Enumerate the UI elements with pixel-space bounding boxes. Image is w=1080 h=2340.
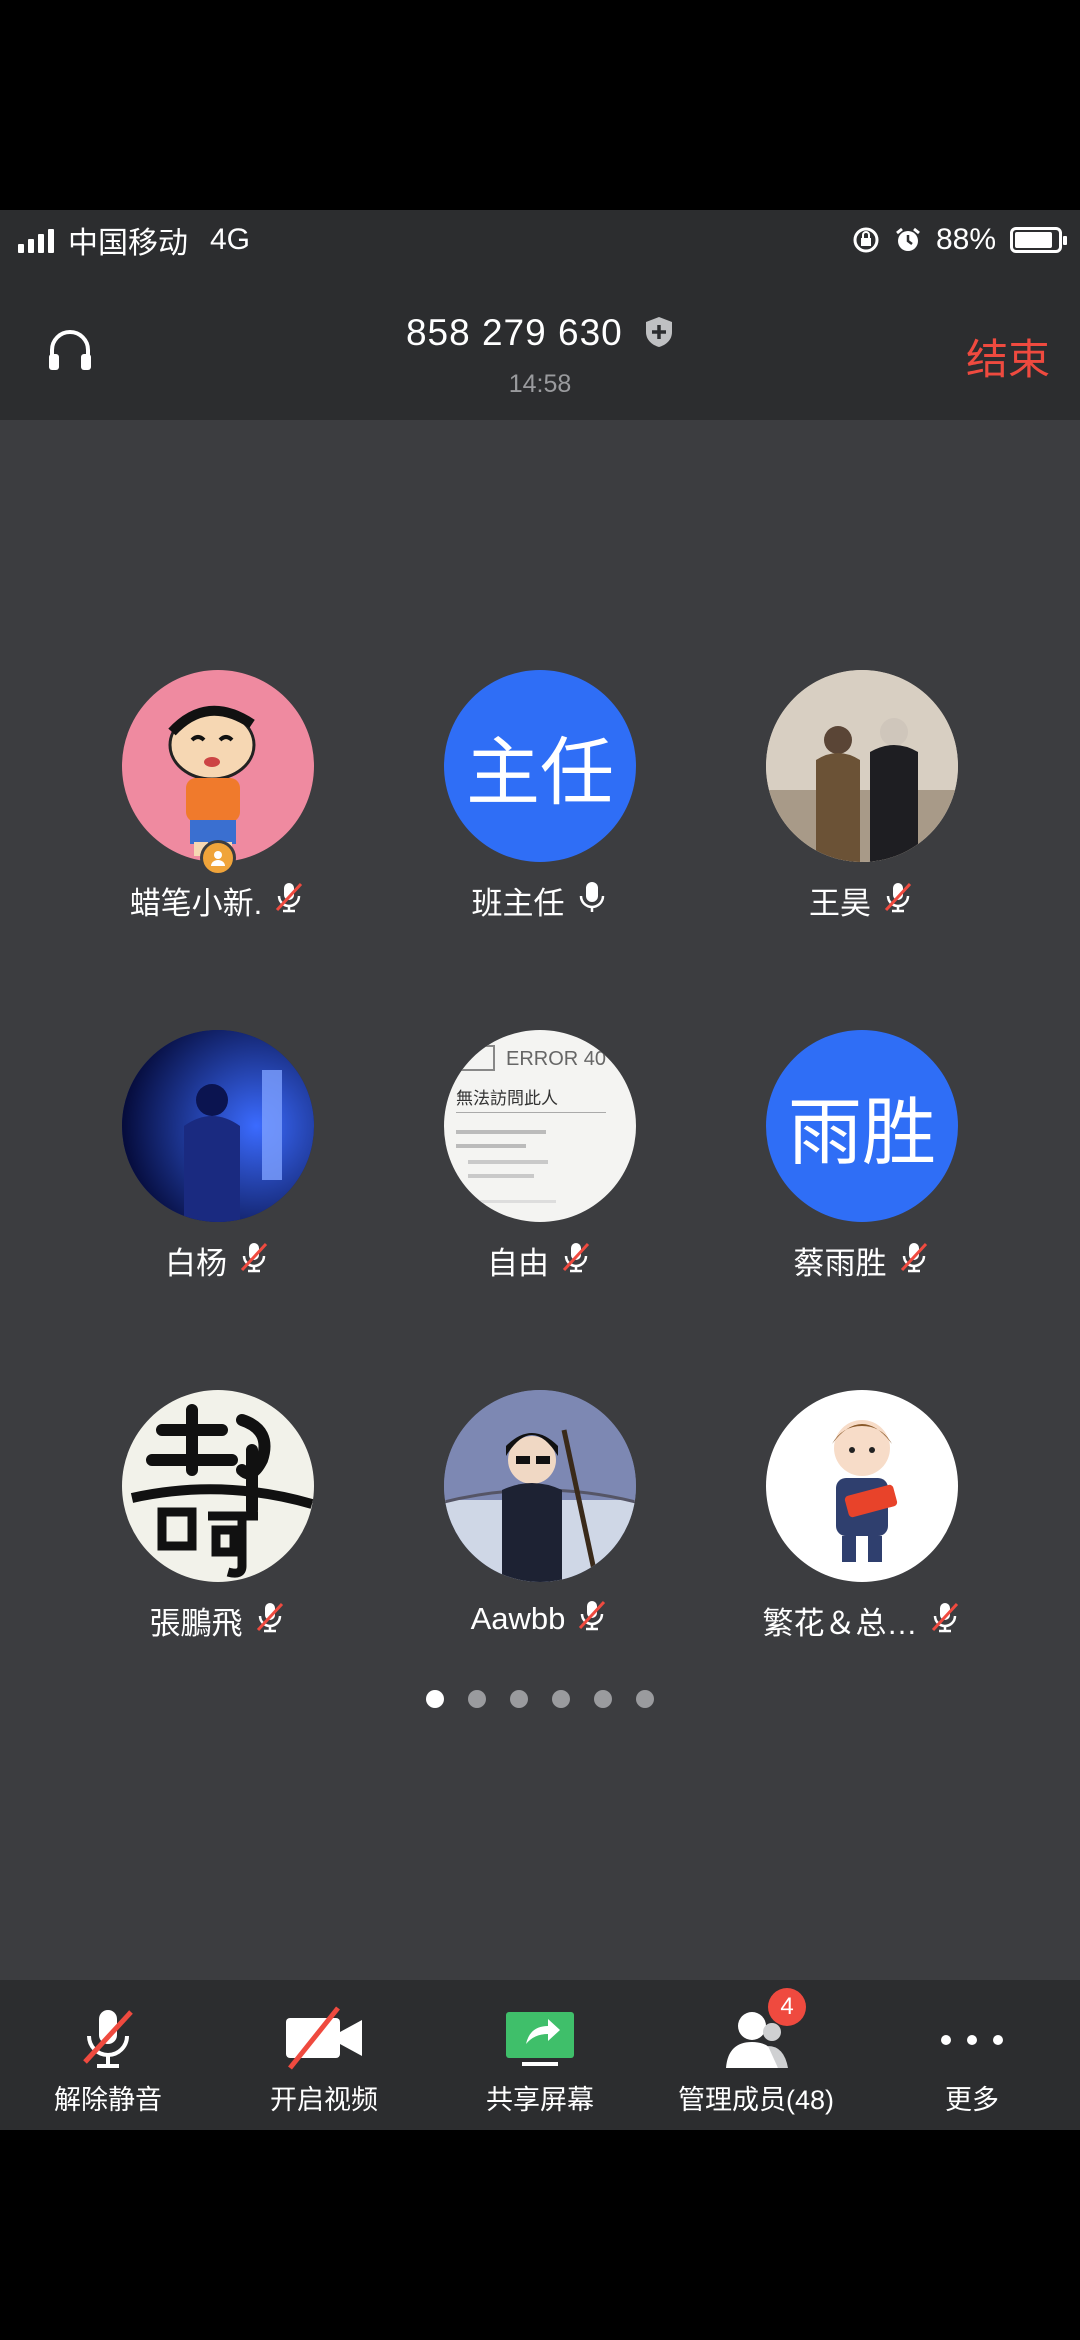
meeting-header: 858 279 630 14:58 结束 — [0, 270, 1080, 420]
mic-muted-icon — [559, 1240, 593, 1282]
participant-name: 白杨 — [165, 1246, 227, 1281]
battery-percent: 88% — [935, 223, 996, 256]
start-video-button[interactable]: 开启视频 — [216, 1980, 432, 2130]
mic-muted-icon — [253, 1600, 287, 1642]
avatar — [122, 670, 314, 862]
meeting-toolbar: 解除静音 开启视频 共享屏幕 4 管理成员(48) 更多 — [0, 1980, 1080, 2130]
avatar — [766, 670, 958, 862]
participant-name: 繁花＆总… — [762, 1606, 918, 1641]
participant-tile[interactable]: 繁花＆总… — [742, 1390, 982, 1642]
end-meeting-button[interactable]: 结束 — [966, 326, 1050, 387]
network-label: 4G — [210, 223, 251, 256]
participant-name: 張鵬飛 — [149, 1606, 243, 1641]
manage-members-label: 管理成员(48) — [677, 2085, 834, 2115]
signal-icon — [18, 227, 54, 253]
mic-muted-icon — [881, 880, 915, 922]
share-screen-icon — [506, 2012, 574, 2066]
battery-icon — [1010, 227, 1067, 253]
shield-icon — [646, 317, 673, 347]
participant-name: 自由 — [487, 1246, 549, 1281]
page-dot[interactable] — [426, 1690, 444, 1708]
mic-muted-icon — [83, 2010, 133, 2068]
mic-on-icon — [575, 880, 609, 922]
meeting-duration: 14:58 — [508, 370, 572, 398]
participant-tile[interactable]: 張鵬飛 — [98, 1390, 338, 1642]
avatar — [444, 1390, 636, 1582]
manage-members-button[interactable]: 4 管理成员(48) — [648, 1980, 864, 2130]
cartoon-boy-image — [444, 1390, 636, 1582]
participant-name: Aawbb — [470, 1601, 566, 1636]
mic-muted-icon — [928, 1600, 962, 1642]
page-dot[interactable] — [636, 1690, 654, 1708]
mic-muted-icon — [897, 1240, 931, 1282]
participant-tile[interactable]: 白杨 — [98, 1030, 338, 1282]
avatar — [766, 1390, 958, 1582]
meeting-id[interactable]: 858 279 630 — [0, 312, 1080, 354]
participant-name: 班主任 — [471, 886, 565, 921]
page-dot[interactable] — [594, 1690, 612, 1708]
rotation-lock-icon — [853, 227, 879, 253]
page-dot[interactable] — [510, 1690, 528, 1708]
participant-name: 王昊 — [809, 886, 871, 921]
participant-tile[interactable]: Aawbb — [420, 1390, 660, 1640]
more-icon — [941, 2035, 1003, 2045]
unmute-label: 解除静音 — [54, 2085, 162, 2115]
participant-tile[interactable]: 主任 班主任 — [420, 670, 660, 922]
mic-muted-icon — [575, 1598, 609, 1640]
participant-tile[interactable]: 蜡笔小新. — [98, 670, 338, 922]
host-badge-icon — [200, 840, 236, 876]
unmute-button[interactable]: 解除静音 — [0, 1980, 216, 2130]
more-button[interactable]: 更多 — [864, 1980, 1080, 2130]
couple-photo-image — [766, 670, 958, 862]
page-dot[interactable] — [552, 1690, 570, 1708]
video-off-icon — [286, 2006, 362, 2070]
error-page-lines — [456, 1045, 556, 1203]
cartoon-kid-image — [832, 1420, 898, 1562]
alarm-icon — [896, 227, 920, 251]
avatar: 主任 — [444, 670, 636, 862]
carrier-label: 中国移动 — [68, 227, 188, 260]
crayon-shinchan-image — [168, 705, 256, 856]
error-page-image: ERROR 40 無法訪問此人 — [444, 1030, 636, 1222]
participant-grid: 蜡笔小新. 主任 班主任 王昊 白杨 ERROR 40 無法訪問此人 自由 雨胜… — [0, 420, 1080, 1980]
mic-muted-icon — [237, 1240, 271, 1282]
calligraphy-image — [130, 1404, 314, 1578]
avatar — [122, 1030, 314, 1222]
participant-tile[interactable]: 雨胜 蔡雨胜 — [742, 1030, 982, 1282]
avatar: 雨胜 — [766, 1030, 958, 1222]
share-screen-label: 共享屏幕 — [486, 2085, 594, 2115]
start-video-label: 开启视频 — [270, 2085, 378, 2115]
participant-name: 蜡笔小新. — [129, 886, 263, 921]
mic-muted-icon — [272, 880, 306, 922]
status-bar: 中国移动 4G 88% — [0, 210, 1080, 270]
participant-tile[interactable]: ERROR 40 無法訪問此人 自由 — [420, 1030, 660, 1282]
share-screen-button[interactable]: 共享屏幕 — [432, 1980, 648, 2130]
blue-night-photo-image — [122, 1030, 314, 1222]
members-count-badge: 4 — [768, 1988, 806, 2026]
participant-name: 蔡雨胜 — [793, 1246, 887, 1281]
page-dot[interactable] — [468, 1690, 486, 1708]
meeting-id-text: 858 279 630 — [405, 312, 623, 353]
page-indicator[interactable] — [0, 1690, 1080, 1708]
avatar — [122, 1390, 314, 1582]
more-label: 更多 — [945, 2085, 999, 2115]
participant-tile[interactable]: 王昊 — [742, 670, 982, 922]
